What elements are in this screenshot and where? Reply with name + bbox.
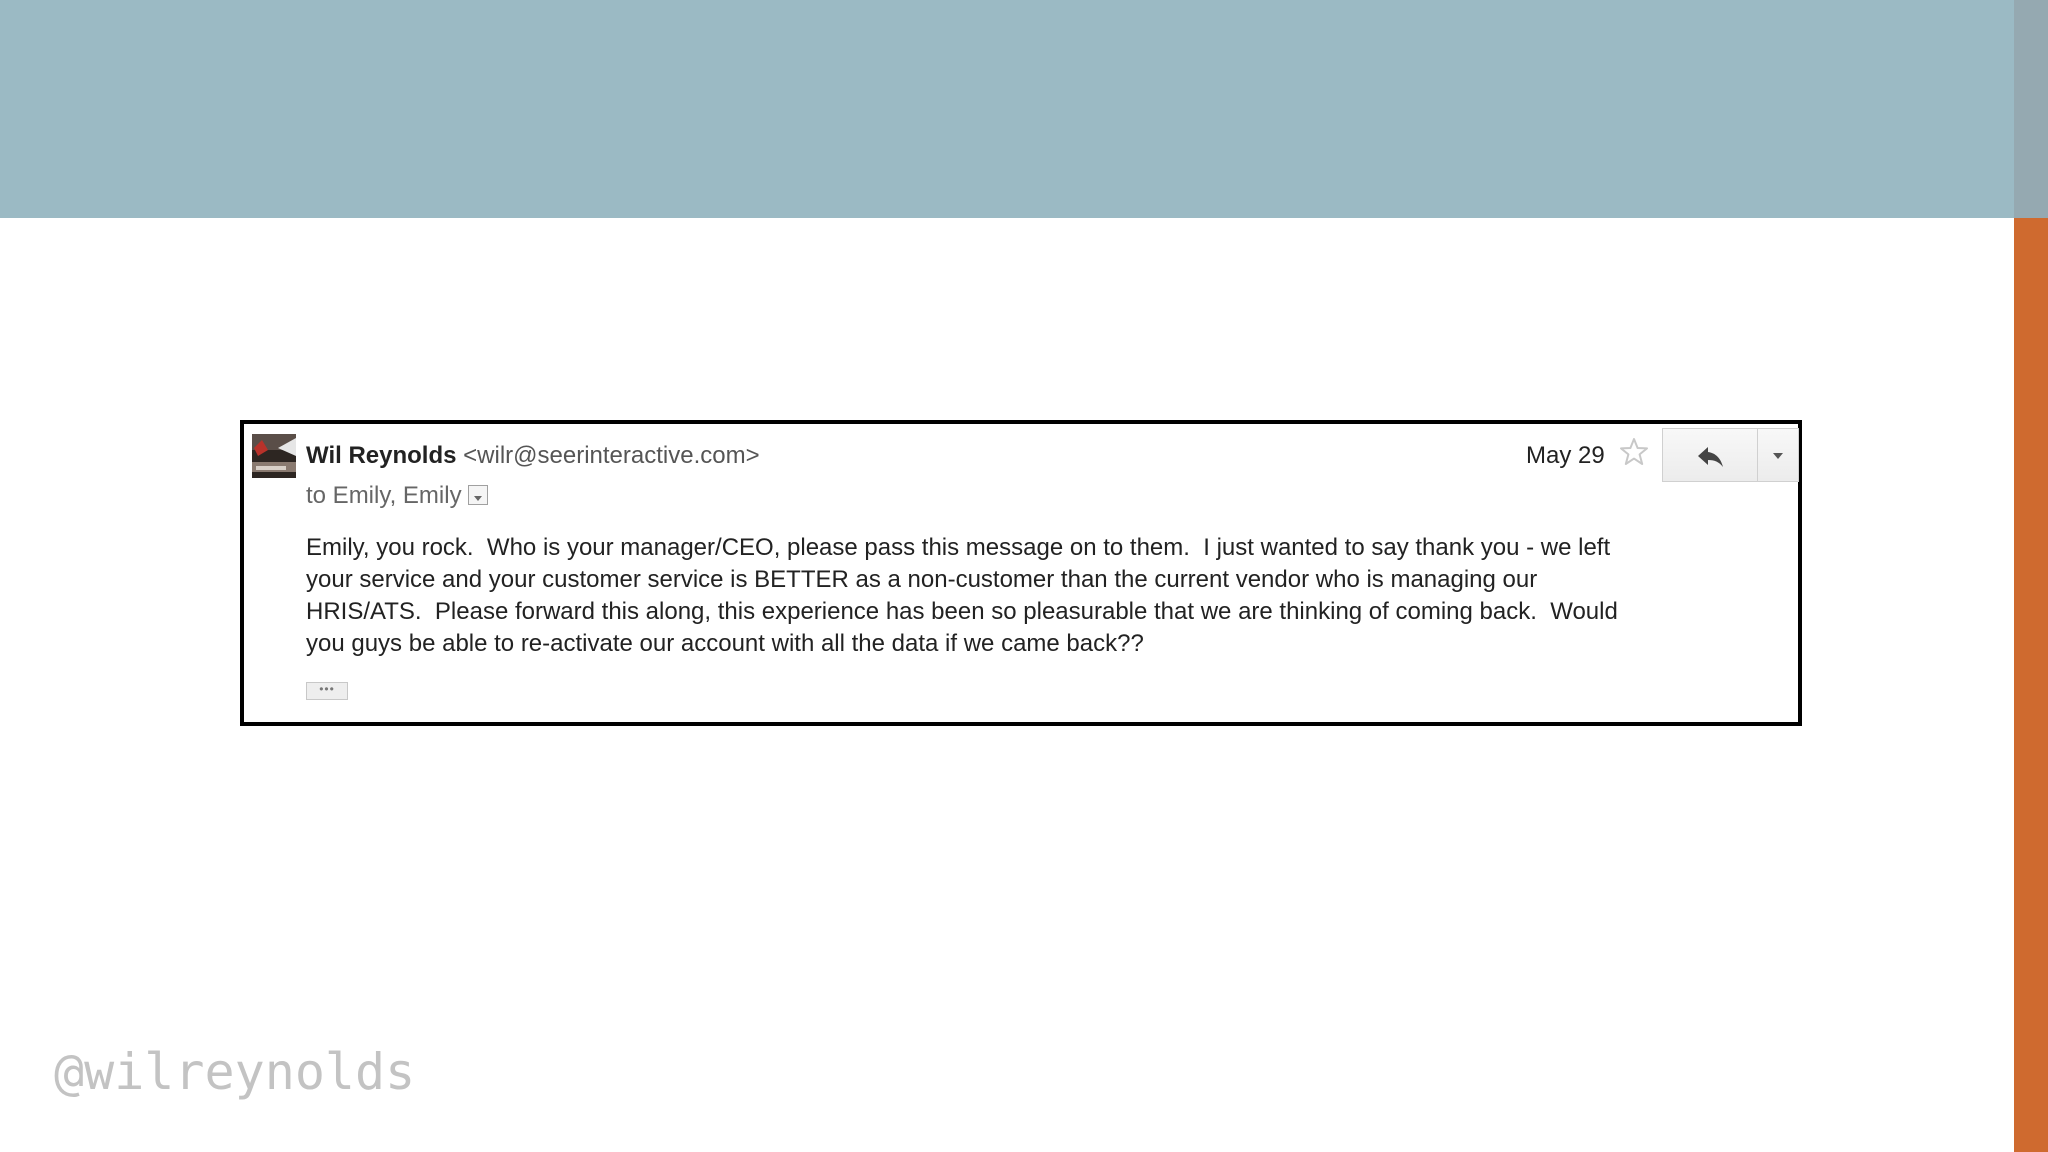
more-actions-button[interactable] [1757, 428, 1799, 482]
star-icon-graphic [1620, 438, 1648, 465]
recipients-line: to Emily, Emily [306, 482, 488, 510]
accent-strip-orange [2014, 218, 2048, 1152]
reply-icon [1698, 447, 1723, 467]
show-trimmed-content-button[interactable]: ••• [306, 682, 348, 700]
reply-button[interactable] [1662, 428, 1758, 482]
recipients-text: to Emily, Emily [306, 482, 462, 509]
email-date: May 29 [1526, 442, 1605, 469]
avatar-image [252, 434, 296, 478]
sender-line: Wil Reynolds <wilr@seerinteractive.com> [306, 442, 760, 470]
avatar [252, 434, 296, 478]
header-band [0, 0, 2014, 218]
chevron-down-icon [473, 495, 482, 501]
star-icon[interactable] [1618, 436, 1650, 468]
sender-name[interactable]: Wil Reynolds [306, 442, 456, 469]
sender-email: <wilr@seerinteractive.com> [463, 442, 760, 469]
accent-strip-top [2014, 0, 2048, 218]
message-body: Emily, you rock. Who is your manager/CEO… [306, 534, 1618, 657]
email-screenshot: Wil Reynolds <wilr@seerinteractive.com> … [240, 420, 1802, 726]
chevron-down-icon [1773, 453, 1783, 459]
twitter-handle: @wilreynolds [54, 1043, 416, 1101]
recipients-details-toggle[interactable] [467, 484, 488, 505]
